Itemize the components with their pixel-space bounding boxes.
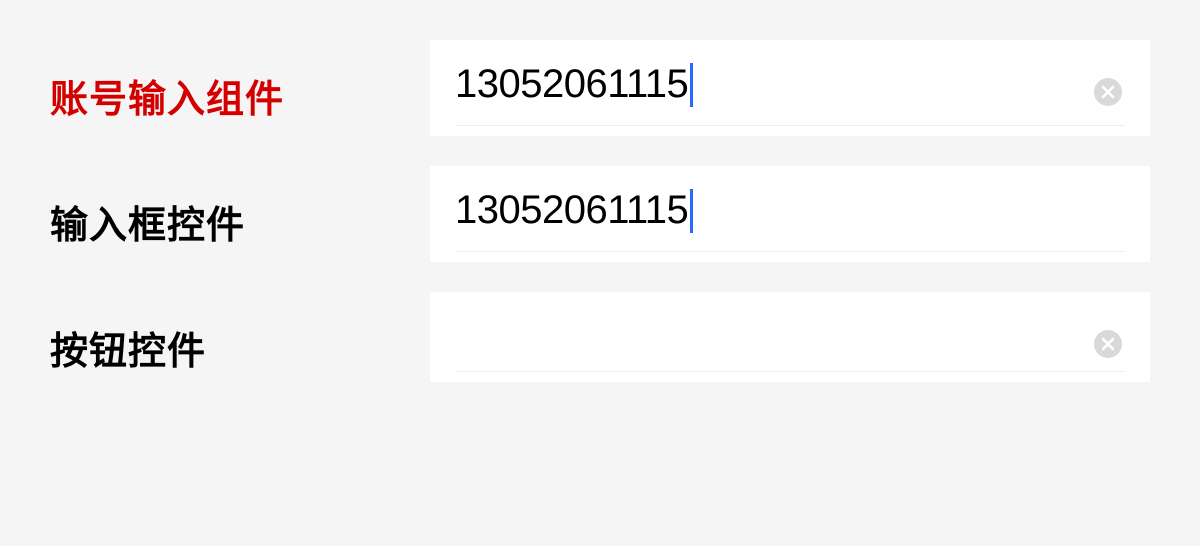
- button-control-field[interactable]: [430, 292, 1150, 382]
- clear-account-button[interactable]: [1094, 78, 1122, 106]
- account-input-value: 13052061115: [455, 62, 688, 107]
- text-caret-icon: [690, 63, 693, 107]
- clear-button-control-button[interactable]: [1094, 330, 1122, 358]
- button-control-label: 按钮控件: [50, 292, 430, 375]
- textfield-label: 输入框控件: [50, 166, 430, 249]
- account-input-field[interactable]: 13052061115: [430, 40, 1150, 136]
- textfield-value: 13052061115: [455, 188, 688, 233]
- account-input-component-row: 账号输入组件 13052061115: [50, 40, 1150, 136]
- button-control-inner: [455, 314, 1125, 372]
- textfield-input[interactable]: 13052061115: [430, 166, 1150, 262]
- account-input-inner: 13052061115: [455, 62, 1125, 126]
- text-caret-icon: [690, 189, 693, 233]
- textfield-control-row: 输入框控件 13052061115: [50, 166, 1150, 262]
- textfield-inner: 13052061115: [455, 188, 1125, 252]
- close-icon: [1101, 337, 1115, 351]
- button-control-row: 按钮控件: [50, 292, 1150, 382]
- close-icon: [1101, 85, 1115, 99]
- account-input-label: 账号输入组件: [50, 40, 430, 123]
